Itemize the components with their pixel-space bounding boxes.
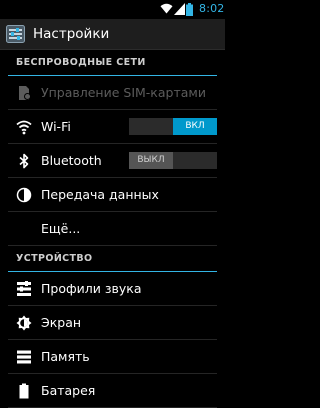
- settings-item-label: Батарея: [41, 383, 96, 398]
- settings-item-label: Wi-Fi: [41, 119, 71, 134]
- settings-item-storage[interactable]: Память: [8, 340, 217, 374]
- settings-item-label: Профили звука: [41, 281, 142, 296]
- section-header-wireless: БЕСПРОВОДНЫЕ СЕТИ: [8, 50, 217, 76]
- action-bar: Настройки: [0, 19, 225, 50]
- settings-item-label: Управление SIM-картами: [41, 85, 206, 100]
- settings-item-label: Ещё...: [41, 221, 81, 236]
- settings-app-icon[interactable]: [6, 25, 25, 43]
- storage-icon: [17, 350, 31, 364]
- settings-item-display[interactable]: Экран: [8, 306, 217, 340]
- bluetooth-icon: [19, 153, 29, 169]
- settings-item-battery[interactable]: Батарея: [8, 374, 217, 408]
- battery-icon: [19, 383, 29, 399]
- sim-icon: [19, 86, 31, 100]
- battery-icon: [186, 3, 193, 16]
- wifi-icon: [16, 120, 32, 135]
- settings-list: БЕСПРОВОДНЫЕ СЕТИ Управление SIM-картами…: [0, 50, 225, 408]
- wifi-toggle-state: ВКЛ: [173, 118, 217, 135]
- wifi-icon: [160, 3, 173, 14]
- settings-item-data-usage[interactable]: Передача данных: [8, 178, 217, 212]
- bluetooth-toggle[interactable]: ВЫКЛ: [129, 152, 217, 169]
- status-bar: 8:02: [0, 0, 225, 19]
- settings-item-more[interactable]: Ещё...: [8, 212, 217, 246]
- bluetooth-toggle-state: ВЫКЛ: [129, 152, 173, 169]
- settings-item-label: Передача данных: [41, 187, 159, 202]
- display-icon: [16, 315, 32, 331]
- settings-item-wifi[interactable]: Wi-Fi ВКЛ: [8, 110, 217, 144]
- settings-item-sim-management[interactable]: Управление SIM-картами: [8, 76, 217, 110]
- signal-icon: [174, 3, 185, 15]
- section-header-device: УСТРОЙСТВО: [8, 246, 217, 272]
- wifi-toggle[interactable]: ВКЛ: [129, 118, 217, 135]
- audio-profiles-icon: [17, 281, 31, 296]
- clock: 8:02: [199, 2, 225, 15]
- settings-item-label: Память: [41, 349, 90, 364]
- page-title: Настройки: [33, 26, 110, 42]
- settings-item-bluetooth[interactable]: Bluetooth ВЫКЛ: [8, 144, 217, 178]
- settings-item-label: Bluetooth: [41, 153, 102, 168]
- data-usage-icon: [16, 187, 32, 203]
- settings-item-audio-profiles[interactable]: Профили звука: [8, 272, 217, 306]
- settings-item-label: Экран: [41, 315, 82, 330]
